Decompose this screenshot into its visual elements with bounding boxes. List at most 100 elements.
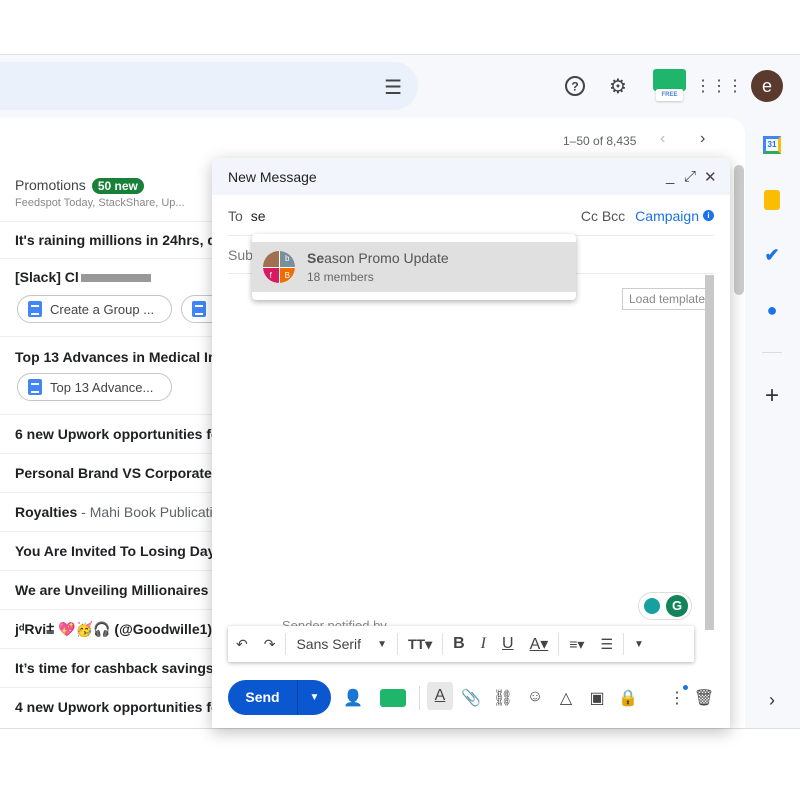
email-subject: Royalties [15, 504, 78, 520]
close-icon[interactable]: ✕ [704, 168, 717, 186]
promotions-senders: Feedspot Today, StackShare, Up... [15, 197, 185, 209]
recipient-check-icon[interactable]: 👤 [342, 688, 364, 708]
pagination-text: 1–50 of 8,435 [563, 134, 637, 148]
emoji-icon[interactable]: ☺ [524, 688, 546, 706]
email-row[interactable]: 4 new Upwork opportunities fo [0, 688, 212, 728]
doc-icon [192, 301, 206, 317]
search-bar[interactable]: ☰ [0, 62, 418, 110]
text-size-icon[interactable]: TT▾ [408, 636, 432, 653]
font-dropdown-icon[interactable]: ▼ [377, 639, 387, 650]
to-label: To [228, 207, 243, 224]
italic-icon[interactable]: I [481, 635, 486, 653]
attachment-chip[interactable]: Create a Group ... [17, 295, 172, 323]
text-color-icon[interactable]: A▾ [530, 634, 549, 654]
discard-trash-icon[interactable]: 🗑 [693, 688, 715, 708]
minimize-icon[interactable]: _ [666, 168, 674, 185]
email-row[interactable]: Personal Brand VS Corporate B [0, 454, 212, 493]
bulb-icon[interactable] [644, 598, 660, 614]
add-addon-icon[interactable]: + [760, 382, 784, 409]
suggestion-item[interactable]: b f B Season Promo Update 18 members [252, 242, 576, 292]
mail-tracker-extension-icon[interactable]: FREE [653, 69, 686, 103]
underline-icon[interactable]: U [502, 635, 514, 653]
undo-icon[interactable]: ↶ [236, 636, 248, 653]
email-row[interactable]: Top 13 Advances in Medical Im Top 13 Adv… [0, 337, 212, 415]
group-avatar: b f B [263, 251, 295, 283]
email-row[interactable]: [Slack] Cl Create a Group ... [0, 259, 212, 337]
email-row[interactable]: You Are Invited To Losing Dayl [0, 532, 212, 571]
calendar-icon[interactable]: 31 [760, 133, 784, 157]
search-options-icon[interactable]: ☰ [384, 75, 402, 100]
more-options-icon[interactable]: ⋮ [666, 688, 688, 708]
prev-page-icon[interactable]: ‹ [660, 130, 665, 148]
doc-icon [28, 379, 42, 395]
email-row[interactable]: 6 new Upwork opportunities fo [0, 415, 212, 454]
doc-icon [28, 301, 42, 317]
avatar-letter: b [279, 251, 295, 267]
below-area [0, 728, 800, 800]
fullscreen-icon[interactable]: ⤢ [684, 168, 696, 185]
align-icon[interactable]: ≡▾ [569, 636, 584, 653]
chip-label: Create a Group ... [50, 301, 155, 317]
settings-gear-icon[interactable]: ⚙ [606, 74, 630, 98]
formatting-toolbar: ↶ ↷ Sans Serif ▼ TT▾ B I U A▾ ≡▾ ☰ ▼ [228, 626, 694, 662]
email-subject: jᵈRvi⩲ 💖🥳🎧 (@Goodwille1) [15, 621, 212, 637]
promotions-label: Promotions [15, 177, 86, 193]
rest-text: ason Promo Update [324, 250, 449, 266]
keep-icon[interactable] [760, 188, 784, 212]
email-row[interactable]: It’s time for cashback savings [0, 649, 212, 688]
email-row[interactable]: Royalties - Mahi Book Publicatio [0, 493, 212, 532]
attachment-chip[interactable]: Top 13 Advance... [17, 373, 172, 401]
account-avatar[interactable]: e [751, 70, 783, 102]
promotions-row[interactable]: Promotions 50 new Feedspot Today, StackSh… [0, 172, 212, 222]
link-icon[interactable]: ⛓ [492, 688, 514, 708]
notification-dot [683, 685, 688, 690]
email-subject: 4 new Upwork opportunities fo [15, 699, 212, 715]
bold-icon[interactable]: B [453, 635, 465, 653]
chip-label: Top 13 Advance... [50, 379, 154, 395]
recipient-suggestions: b f B Season Promo Update 18 members [252, 234, 576, 300]
schedule-send-dropdown[interactable]: ▼ [298, 692, 331, 703]
formatting-options-icon[interactable]: A [427, 682, 453, 710]
attach-icon[interactable]: 📎 [460, 688, 482, 708]
svg-text:?: ? [571, 80, 578, 94]
more-formatting-icon[interactable]: ▼ [634, 639, 644, 650]
email-subject: It's raining millions in 24hrs, d [15, 232, 212, 248]
to-field[interactable]: To se Cc Bcc Campaign i [228, 196, 714, 236]
info-icon[interactable]: i [703, 210, 714, 221]
compose-scrollbar[interactable] [705, 275, 714, 630]
next-page-icon[interactable]: › [700, 130, 705, 148]
load-template-button[interactable]: Load template [622, 288, 713, 310]
grammarly-widget[interactable]: G [638, 592, 692, 620]
contacts-icon[interactable]: ● [760, 298, 784, 322]
email-row[interactable]: jᵈRvi⩲ 💖🥳🎧 (@Goodwille1) [0, 610, 212, 649]
email-row[interactable]: We are Unveiling Millionaires i [0, 571, 212, 610]
photo-icon[interactable]: ▣ [586, 688, 608, 708]
send-button[interactable]: Send ▼ [228, 680, 331, 715]
avatar-letter: f [263, 267, 279, 283]
campaign-link[interactable]: Campaign [635, 208, 699, 224]
mail-tracker-icon[interactable] [380, 689, 406, 707]
apps-grid-icon[interactable]: ⋮⋮⋮ [695, 74, 743, 98]
drive-icon[interactable]: △ [555, 688, 577, 708]
email-subject: 6 new Upwork opportunities fo [15, 426, 212, 442]
expand-side-panel-icon[interactable]: › [760, 688, 784, 712]
cc-bcc-link[interactable]: Cc Bcc [581, 208, 625, 224]
to-input[interactable]: se [251, 208, 266, 224]
compose-header[interactable]: New Message _ ⤢ ✕ [212, 158, 730, 195]
redo-icon[interactable]: ↷ [264, 636, 276, 653]
tasks-icon[interactable]: ✔ [760, 243, 784, 267]
help-icon[interactable]: ? [563, 74, 587, 98]
email-subject: Top 13 Advances in Medical Im [15, 349, 212, 365]
confidential-mode-icon[interactable]: 🔒 [617, 688, 639, 708]
send-label: Send [228, 680, 298, 715]
grammarly-icon[interactable]: G [666, 595, 688, 617]
mail-list-scrollbar[interactable] [734, 165, 744, 295]
suggestion-members: 18 members [307, 270, 374, 284]
redacted-bar [80, 274, 151, 282]
email-row[interactable]: It's raining millions in 24hrs, d [0, 222, 212, 259]
font-select[interactable]: Sans Serif [296, 636, 361, 652]
attachment-chip[interactable] [181, 295, 212, 323]
email-subject: Personal Brand VS Corporate B [15, 465, 212, 481]
email-subject: You Are Invited To Losing Dayl [15, 543, 212, 559]
numbered-list-icon[interactable]: ☰ [600, 636, 613, 653]
